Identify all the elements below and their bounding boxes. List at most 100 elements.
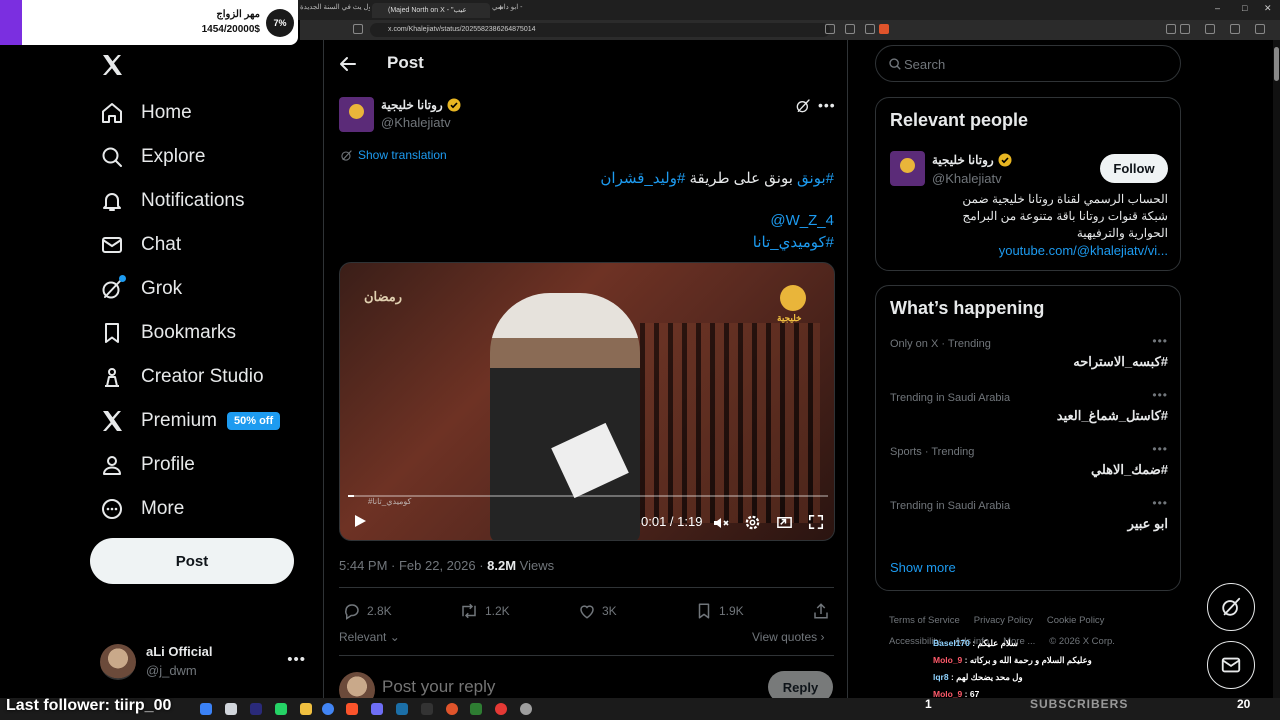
- whatsapp-icon[interactable]: [275, 703, 287, 715]
- mute-icon[interactable]: [712, 514, 730, 532]
- nav-notifications[interactable]: Notifications: [100, 186, 245, 216]
- steam-icon[interactable]: [396, 703, 408, 715]
- wallet-icon[interactable]: [1230, 24, 1240, 34]
- footer-link[interactable]: Cookie Policy: [1047, 615, 1105, 626]
- trend-name: #ضمك_الاهلي: [1091, 462, 1168, 477]
- bookmark-page-icon[interactable]: [353, 24, 363, 34]
- app-icon[interactable]: [225, 703, 237, 715]
- fullscreen-icon[interactable]: [808, 514, 824, 530]
- extension-icon[interactable]: [1166, 24, 1176, 34]
- back-arrow-icon[interactable]: [338, 54, 358, 74]
- nav-profile[interactable]: Profile: [100, 450, 195, 480]
- share-icon[interactable]: [865, 24, 875, 34]
- trend-item[interactable]: Trending in Saudi Arabia ••• ابو عبير: [890, 496, 1168, 550]
- show-logo: رمضان: [364, 289, 403, 304]
- nav-bookmarks[interactable]: Bookmarks: [100, 318, 236, 348]
- post-timestamp[interactable]: 5:44 PM · Feb 22, 2026 ·: [339, 558, 487, 573]
- like-count: 3K: [602, 604, 617, 618]
- author-handle[interactable]: @Khalejiatv: [381, 115, 451, 130]
- scrollbar-thumb[interactable]: [1274, 47, 1279, 81]
- nav-chat[interactable]: Chat: [100, 230, 181, 260]
- app-icon[interactable]: [446, 703, 458, 715]
- hashtag-link[interactable]: #وليد_قشران: [600, 170, 685, 187]
- nav-explore[interactable]: Explore: [100, 142, 205, 172]
- browser-tab-active[interactable]: (Majed North on X - "عيب: [372, 3, 490, 18]
- hashtag-link[interactable]: #بونق: [797, 170, 834, 187]
- scrollbar[interactable]: [1273, 40, 1280, 720]
- like-action[interactable]: 3K: [578, 602, 617, 620]
- mention-link[interactable]: @W_Z_4: [770, 212, 834, 229]
- person-name[interactable]: روتانا خليجية: [932, 153, 994, 167]
- view-quotes-link[interactable]: View quotes ›: [752, 630, 825, 644]
- search-input[interactable]: [904, 54, 1164, 74]
- hashtag-link[interactable]: #كوميدي_تانا: [753, 234, 834, 251]
- footer-link[interactable]: Terms of Service: [889, 615, 960, 626]
- trend-item[interactable]: Only on X · Trending ••• #كبسه_الاستراحه: [890, 334, 1168, 388]
- nav-grok[interactable]: Grok: [100, 274, 182, 304]
- author-avatar[interactable]: [339, 97, 374, 132]
- author-name[interactable]: روتانا خليجية: [381, 98, 443, 112]
- new-tab-icon[interactable]: +: [498, 3, 503, 13]
- video-progress-bar[interactable]: [348, 495, 828, 497]
- bookmark-action[interactable]: 1.9K: [695, 602, 744, 620]
- compose-post-button[interactable]: Post: [90, 538, 294, 584]
- x-logo-icon[interactable]: [100, 53, 124, 77]
- app-icon[interactable]: [520, 703, 532, 715]
- bio-link[interactable]: youtube.com/@khalejiatv/vi...: [936, 242, 1168, 259]
- nav-premium[interactable]: Premium 50% off: [100, 406, 281, 436]
- play-icon[interactable]: [352, 513, 368, 529]
- trend-item[interactable]: Trending in Saudi Arabia ••• #كاستل_شماغ…: [890, 388, 1168, 442]
- sidebar-icon[interactable]: [1205, 24, 1215, 34]
- more-dots-icon[interactable]: •••: [818, 97, 836, 113]
- minimize-icon[interactable]: –: [1215, 3, 1220, 13]
- extension-icon[interactable]: [1180, 24, 1190, 34]
- show-more-link[interactable]: Show more: [890, 560, 956, 575]
- chrome-icon[interactable]: [322, 703, 334, 715]
- screenshot-icon[interactable]: [845, 24, 855, 34]
- follow-button[interactable]: Follow: [1100, 154, 1168, 183]
- more-dots-icon[interactable]: •••: [1152, 496, 1168, 510]
- close-window-icon[interactable]: ✕: [1264, 3, 1272, 14]
- app-icon[interactable]: [495, 703, 507, 715]
- reply-sort-dropdown[interactable]: Relevant ⌄: [339, 630, 400, 644]
- browser-tab[interactable]: اول يث في السنة الجديدة: [300, 3, 370, 18]
- zoom-icon[interactable]: [825, 24, 835, 34]
- app-icon[interactable]: [250, 703, 262, 715]
- video-player[interactable]: رمضان خليجية كوميدي_تانا# 0:01 / 1:19: [339, 262, 835, 541]
- app-icon[interactable]: [371, 703, 383, 715]
- nav-creator-studio[interactable]: Creator Studio: [100, 362, 264, 392]
- reply-input[interactable]: [382, 677, 682, 697]
- more-dots-icon[interactable]: •••: [1152, 388, 1168, 402]
- address-bar[interactable]: x.com/Khalejiatv/status/2025582386264875…: [370, 23, 830, 37]
- settings-gear-icon[interactable]: [744, 514, 761, 531]
- nav-more[interactable]: More: [100, 494, 184, 524]
- more-dots-icon[interactable]: •••: [287, 651, 306, 668]
- views-label: Views: [516, 558, 555, 573]
- maximize-icon[interactable]: □: [1242, 3, 1247, 13]
- footer-link[interactable]: Privacy Policy: [974, 615, 1033, 626]
- app-icon[interactable]: [200, 703, 212, 715]
- folder-icon[interactable]: [300, 703, 312, 715]
- grok-floating-button[interactable]: [1207, 583, 1255, 631]
- menu-icon[interactable]: [1255, 24, 1265, 34]
- show-translation-link[interactable]: Show translation: [340, 148, 447, 162]
- reply-action[interactable]: 2.8K: [343, 602, 392, 620]
- person-handle[interactable]: @Khalejiatv: [932, 171, 1002, 186]
- grok-explain-icon[interactable]: [795, 98, 811, 114]
- trend-item[interactable]: Sports · Trending ••• #ضمك_الاهلي: [890, 442, 1168, 496]
- search-box[interactable]: [875, 45, 1181, 82]
- nav-home[interactable]: Home: [100, 98, 192, 128]
- more-dots-icon[interactable]: •••: [1152, 442, 1168, 456]
- chat-message: ول محد يضحك لهم : lqr8: [930, 669, 1130, 686]
- messages-floating-button[interactable]: [1207, 641, 1255, 689]
- repost-action[interactable]: 1.2K: [459, 602, 510, 620]
- more-dots-icon[interactable]: •••: [1152, 334, 1168, 348]
- app-icon[interactable]: [470, 703, 482, 715]
- avatar[interactable]: [890, 151, 925, 186]
- app-icon[interactable]: [421, 703, 433, 715]
- share-action[interactable]: [812, 602, 836, 620]
- account-switcher[interactable]: aLi Official @j_dwm •••: [100, 643, 310, 683]
- brave-shield-icon[interactable]: [879, 24, 889, 34]
- pip-icon[interactable]: [776, 514, 793, 531]
- brave-icon[interactable]: [346, 703, 358, 715]
